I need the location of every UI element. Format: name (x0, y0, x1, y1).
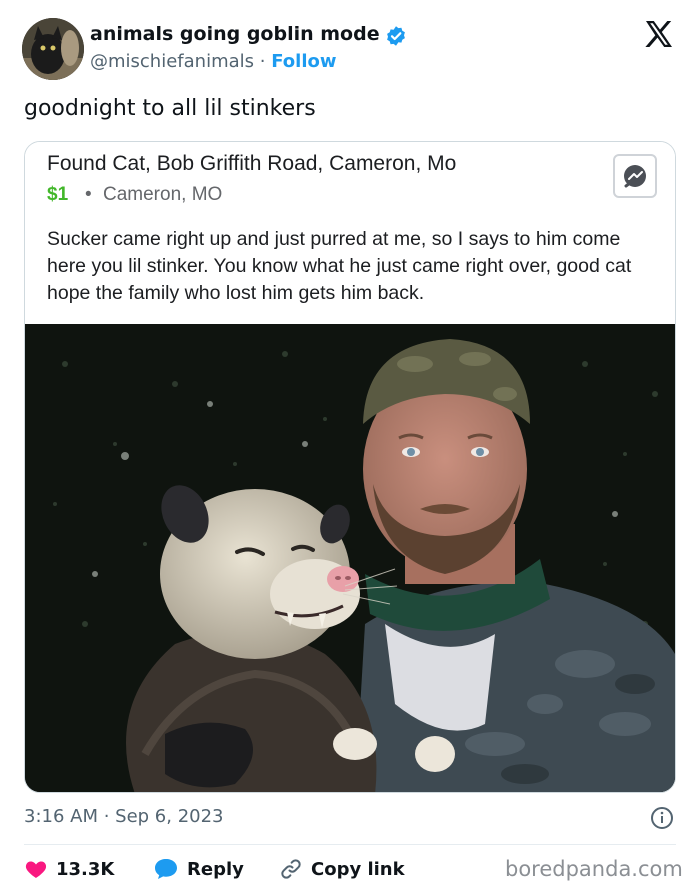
messenger-icon (624, 165, 646, 188)
handle[interactable]: @mischiefanimals (90, 51, 254, 72)
reply-label: Reply (187, 858, 244, 880)
speech-bubble-icon (155, 859, 177, 879)
copy-link-label: Copy link (311, 858, 405, 880)
embedded-listing-header: Found Cat, Bob Griffith Road, Cameron, M… (25, 142, 675, 324)
photo-illustration (25, 324, 675, 792)
info-icon[interactable] (650, 806, 674, 830)
heart-icon (25, 861, 47, 878)
x-logo-icon[interactable] (643, 18, 675, 50)
tweet-media[interactable]: Found Cat, Bob Griffith Road, Cameron, M… (24, 141, 676, 793)
reply-button[interactable]: Reply (153, 856, 244, 882)
listing-location: Cameron, MO (103, 184, 223, 205)
like-button[interactable]: 13.3K (24, 856, 114, 882)
listing-title: Found Cat, Bob Griffith Road, Cameron, M… (47, 152, 457, 175)
messenger-button (613, 154, 657, 198)
photo (25, 324, 675, 792)
verified-badge-icon (387, 26, 405, 46)
like-count: 13.3K (56, 858, 115, 880)
follow-button[interactable]: Follow (271, 51, 336, 72)
tweet-text: goodnight to all lil stinkers (24, 96, 316, 121)
listing-price: $1 (47, 184, 69, 205)
avatar[interactable] (22, 18, 84, 80)
link-icon (281, 859, 301, 879)
tweet-timestamp[interactable]: 3:16 AM · Sep 6, 2023 (24, 806, 224, 827)
copy-link-button[interactable]: Copy link (279, 856, 405, 882)
handle-line: @mischiefanimals · Follow (90, 51, 337, 72)
listing-separator: • (85, 184, 92, 205)
watermark: boredpanda.com (505, 857, 683, 881)
display-name[interactable]: animals going goblin mode (90, 23, 380, 45)
handle-separator: · (259, 51, 266, 72)
divider (24, 844, 676, 845)
listing-description: Sucker came right up and just purred at … (47, 228, 632, 304)
